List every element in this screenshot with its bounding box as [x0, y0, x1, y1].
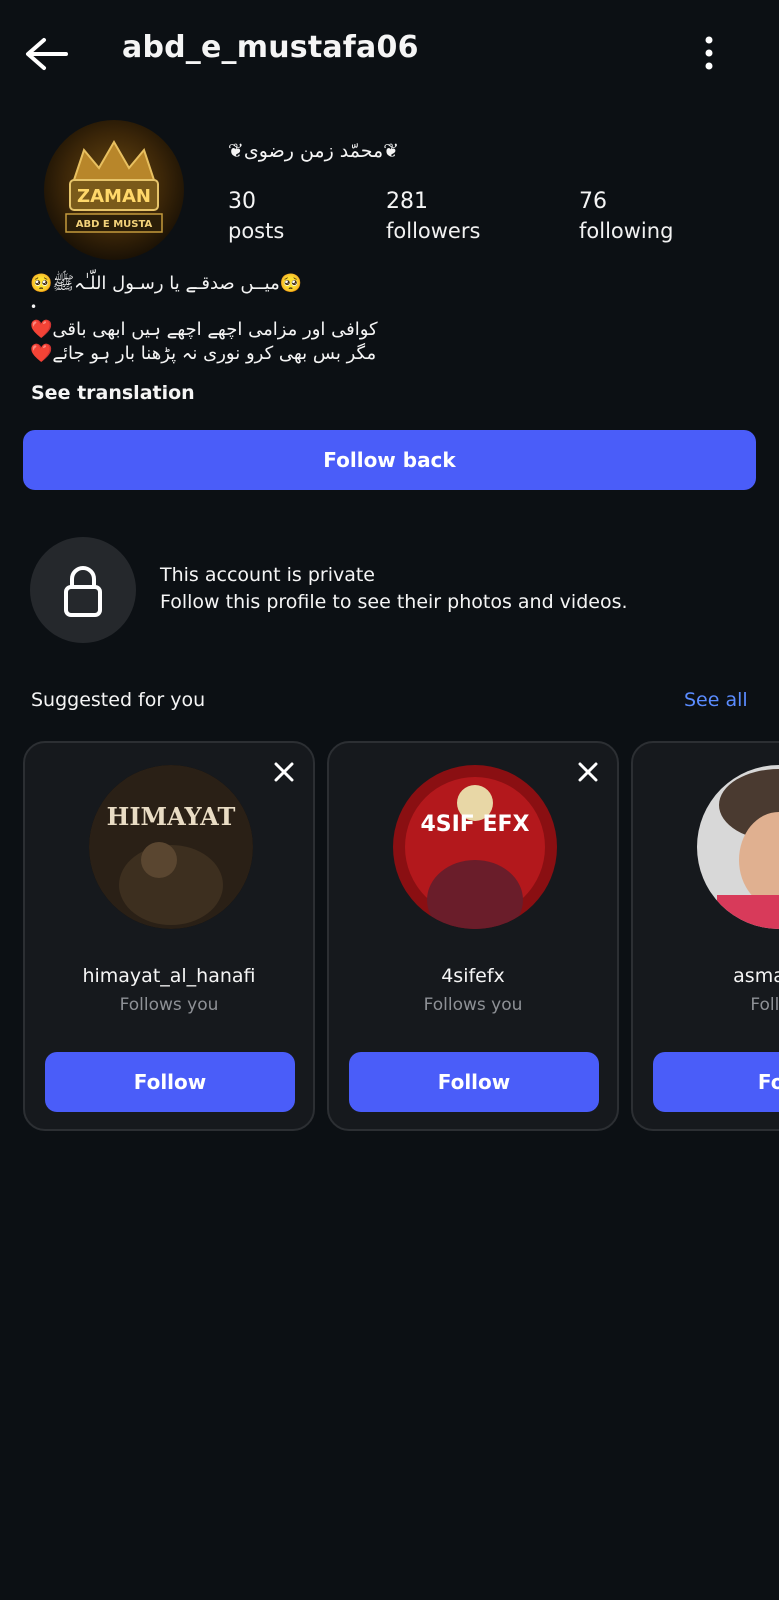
avatar-logo-text: HIMAYAT — [107, 802, 236, 831]
suggestion-avatar[interactable]: 4SIF EFX — [393, 765, 557, 929]
suggestion-card[interactable]: 4SIF EFX 4sifefx Follows you Follow — [327, 741, 619, 1131]
private-lock-badge — [30, 537, 136, 643]
top-bar: abd_e_mustafa06 — [0, 0, 779, 106]
bio-line: ❤️کوافی اور مزامی اچھے اچھے ہیں ابھی باق… — [30, 319, 378, 340]
private-account-description: Follow this profile to see their photos … — [160, 591, 628, 613]
bio-line: ❤️مگر بس بھی کرو نوری نہ پڑھنا بار ہو جا… — [30, 343, 377, 364]
suggestion-username[interactable]: 4sifefx — [329, 965, 617, 987]
suggestion-subtitle: Follows you — [119, 995, 219, 1015]
follow-back-button[interactable]: Follow back — [23, 430, 756, 490]
stat-followers-value: 281 — [386, 189, 428, 214]
back-arrow-icon[interactable] — [22, 32, 70, 76]
profile-avatar[interactable]: ZAMAN ABD E MUSTA — [44, 120, 184, 260]
suggestion-card[interactable]: HIMAYAT himayat_al_hanafi Follows you Fo… — [23, 741, 315, 1131]
suggestion-card[interactable]: asmalray Follow Foll — [631, 741, 779, 1131]
stat-followers-label: followers — [386, 219, 481, 243]
stat-following-label: following — [579, 219, 674, 243]
follow-button[interactable]: Follow — [45, 1052, 295, 1112]
stat-following-value: 76 — [579, 189, 607, 214]
stat-followers[interactable]: 281 followers — [386, 188, 480, 246]
more-options-icon[interactable] — [700, 34, 718, 74]
avatar-logo-text: 4SIF EFX — [420, 812, 529, 837]
follow-button[interactable]: Follow — [349, 1052, 599, 1112]
suggestion-subtitle: Follows you — [423, 995, 523, 1015]
stat-posts-label: posts — [228, 219, 285, 243]
profile-full-name: ❦محمّد زمن رضوی❦ — [228, 140, 400, 162]
suggestion-username[interactable]: asmalray — [633, 965, 779, 987]
bio-line: 🥺میــں صدقـے یا رسـول اللّـٰہﷺ🥺 — [30, 273, 303, 294]
profile-username: abd_e_mustafa06 — [122, 30, 419, 65]
stat-following[interactable]: 76 following — [579, 188, 673, 246]
stat-posts-value: 30 — [228, 189, 256, 214]
stat-posts[interactable]: 30 posts — [228, 188, 284, 246]
suggestion-subtitle: Follow — [750, 995, 779, 1015]
dismiss-close-icon[interactable] — [273, 761, 295, 783]
suggestion-avatar[interactable] — [697, 765, 779, 929]
follow-button[interactable]: Foll — [653, 1052, 779, 1112]
profile-bio: 🥺میــں صدقـے یا رسـول اللّـٰہﷺ🥺 • ❤️کواف… — [30, 272, 378, 366]
suggested-heading: Suggested for you — [31, 689, 206, 711]
avatar-logo-subtext: ABD E MUSTA — [76, 219, 153, 230]
suggestion-avatar[interactable]: HIMAYAT — [89, 765, 253, 929]
avatar-logo-text: ZAMAN — [77, 186, 151, 207]
bio-line: • — [30, 300, 38, 314]
see-all-link[interactable]: See all — [684, 689, 748, 711]
see-translation-link[interactable]: See translation — [31, 382, 195, 404]
private-account-title: This account is private — [160, 564, 375, 586]
dismiss-close-icon[interactable] — [577, 761, 599, 783]
lock-icon — [64, 566, 102, 617]
suggestion-username[interactable]: himayat_al_hanafi — [25, 965, 313, 987]
